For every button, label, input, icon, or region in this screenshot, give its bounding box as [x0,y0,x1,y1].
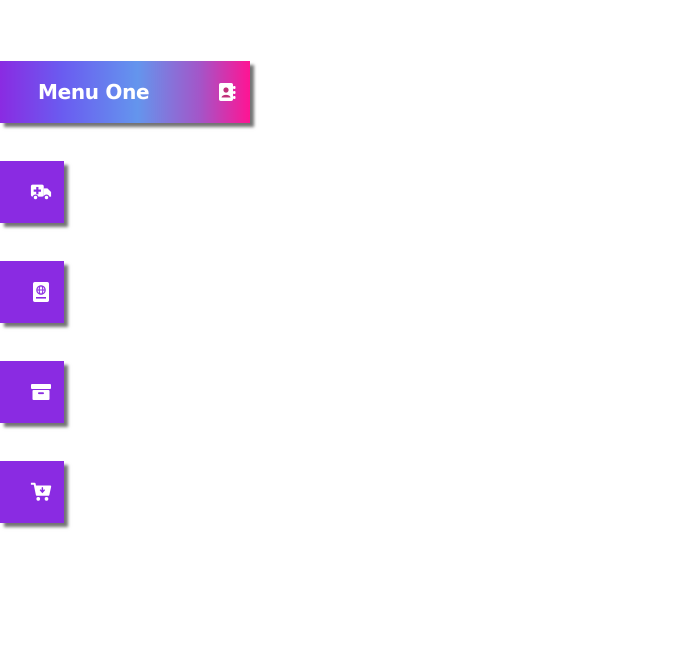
menu-item-two[interactable] [0,161,64,223]
archive-box-icon [30,381,52,403]
address-book-icon [216,81,238,103]
ambulance-icon [30,181,52,203]
menu-item-three[interactable] [0,261,64,323]
menu-item-one[interactable]: Menu One [0,61,250,123]
menu-item-five[interactable] [0,461,64,523]
menu-item-four[interactable] [0,361,64,423]
cart-download-icon [30,481,52,503]
passport-icon [30,281,52,303]
side-menu: Menu One [0,0,679,648]
menu-item-label: Menu One [38,80,150,104]
